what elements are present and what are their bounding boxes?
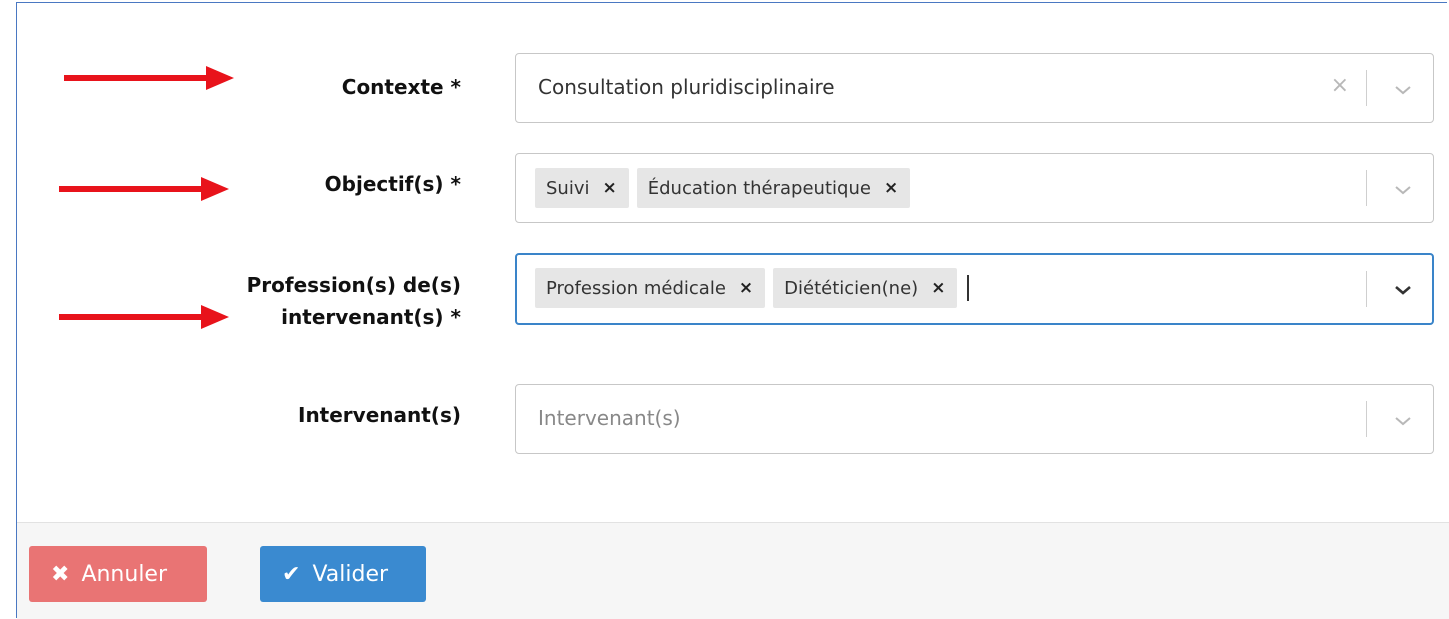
tag-label: Suivi bbox=[546, 177, 590, 199]
professions-label: Profession(s) de(s) intervenant(s) * bbox=[141, 270, 461, 332]
professions-select[interactable]: Profession médicale × Diététicien(ne) × bbox=[515, 253, 1434, 325]
chevron-down-icon[interactable] bbox=[1393, 284, 1413, 296]
validate-button[interactable]: ✔ Valider bbox=[260, 546, 426, 602]
tag-remove-icon[interactable]: × bbox=[884, 178, 898, 198]
clear-icon[interactable]: × bbox=[1331, 73, 1349, 98]
tag-label: Diététicien(ne) bbox=[784, 277, 919, 299]
contexte-select[interactable]: Consultation pluridisciplinaire × bbox=[515, 53, 1434, 123]
validate-button-label: Valider bbox=[312, 561, 389, 587]
objectifs-label: Objectif(s) * bbox=[324, 172, 461, 196]
tag-suivi: Suivi × bbox=[535, 168, 629, 208]
chevron-down-icon[interactable] bbox=[1393, 84, 1413, 96]
objectifs-tags: Suivi × Éducation thérapeutique × bbox=[535, 168, 911, 208]
cancel-button[interactable]: ✖ Annuler bbox=[29, 546, 207, 602]
separator bbox=[1366, 170, 1367, 206]
separator bbox=[1366, 271, 1367, 307]
contexte-label: Contexte * bbox=[341, 75, 461, 99]
tag-remove-icon[interactable]: × bbox=[931, 278, 945, 298]
cancel-button-label: Annuler bbox=[81, 561, 168, 587]
tag-education-therapeutique: Éducation thérapeutique × bbox=[636, 168, 911, 208]
contexte-value: Consultation pluridisciplinaire bbox=[538, 75, 835, 99]
check-icon: ✔ bbox=[282, 561, 301, 587]
objectifs-select[interactable]: Suivi × Éducation thérapeutique × bbox=[515, 153, 1434, 223]
chevron-down-icon[interactable] bbox=[1393, 184, 1413, 196]
professions-label-line2: intervenant(s) * bbox=[281, 305, 461, 329]
tag-profession-medicale: Profession médicale × bbox=[535, 268, 766, 308]
close-icon: ✖ bbox=[51, 561, 70, 587]
tag-dieteticien: Diététicien(ne) × bbox=[773, 268, 958, 308]
tag-remove-icon[interactable]: × bbox=[739, 278, 753, 298]
tag-remove-icon[interactable]: × bbox=[603, 178, 617, 198]
separator bbox=[1366, 401, 1367, 437]
form-footer bbox=[17, 522, 1449, 619]
tag-label: Profession médicale bbox=[546, 277, 726, 299]
professions-label-line1: Profession(s) de(s) bbox=[246, 273, 461, 297]
separator bbox=[1366, 70, 1367, 106]
intervenants-label: Intervenant(s) bbox=[298, 403, 461, 427]
chevron-down-icon[interactable] bbox=[1393, 415, 1413, 427]
intervenants-placeholder: Intervenant(s) bbox=[538, 406, 681, 430]
intervenants-select[interactable]: Intervenant(s) bbox=[515, 384, 1434, 454]
text-cursor[interactable] bbox=[967, 275, 970, 301]
professions-tags: Profession médicale × Diététicien(ne) × bbox=[535, 268, 970, 308]
tag-label: Éducation thérapeutique bbox=[647, 177, 871, 199]
